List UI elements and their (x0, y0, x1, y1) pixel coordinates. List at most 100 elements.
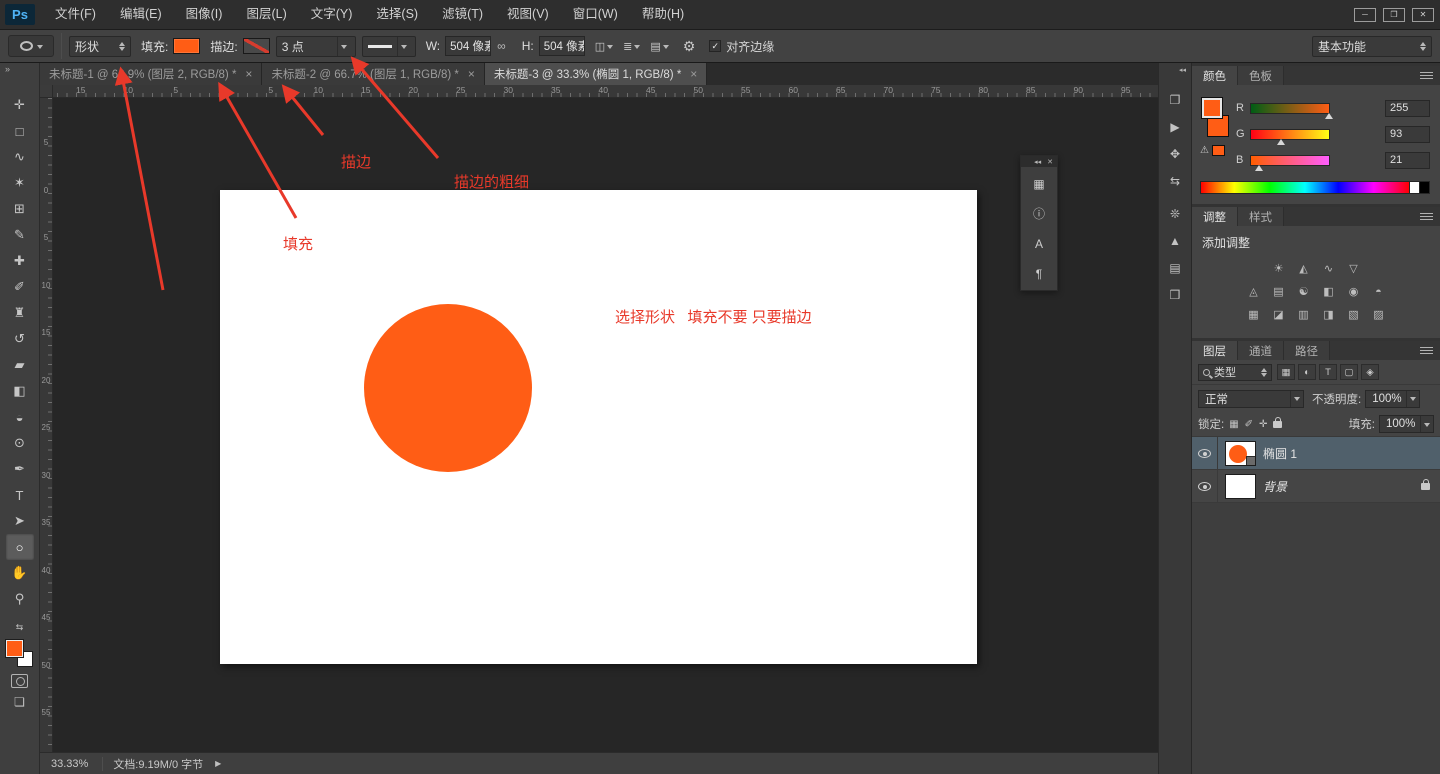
red-slider[interactable] (1250, 103, 1330, 114)
minimize-button[interactable]: ─ (1354, 8, 1376, 22)
fill-opacity-input[interactable]: 100% (1379, 415, 1434, 433)
color-balance-icon[interactable]: ☯ (1294, 284, 1313, 299)
brightness-contrast-icon[interactable]: ☀ (1269, 261, 1288, 276)
fill-color-swatch[interactable] (173, 38, 200, 54)
expand-panels-icon[interactable]: ◂◂ (1034, 158, 1041, 166)
crop-tool[interactable]: ⊞ (6, 196, 34, 222)
menu-item[interactable]: 窗口(W) (561, 0, 630, 29)
dock-actions-panel-icon[interactable]: ▶ (1163, 115, 1188, 138)
screen-mode-button[interactable]: ❏ (14, 695, 25, 709)
horizontal-ruler[interactable]: 1510505101520253035404550556065707580859… (53, 85, 1158, 98)
tab-channels[interactable]: 通道 (1238, 341, 1284, 360)
history-brush-tool[interactable]: ↺ (6, 326, 34, 352)
link-dimensions-icon[interactable]: ∞ (497, 39, 506, 53)
tab-close-icon[interactable]: × (245, 67, 252, 81)
document-canvas[interactable] (220, 190, 977, 664)
close-button[interactable]: ✕ (1412, 8, 1434, 22)
toolbar-collapse-icon[interactable]: » (0, 63, 10, 76)
layer-visibility-toggle[interactable] (1192, 470, 1218, 502)
vibrance-icon[interactable]: ◬ (1244, 284, 1263, 299)
shape-width-input[interactable]: 504 像素 (445, 36, 491, 56)
brush-tool[interactable]: ✐ (6, 274, 34, 300)
green-slider[interactable] (1250, 129, 1330, 140)
path-operations-icon[interactable]: ◫ (595, 40, 613, 53)
menu-item[interactable]: 选择(S) (364, 0, 430, 29)
green-value-input[interactable]: 93 (1385, 126, 1430, 143)
path-selection-tool[interactable]: ➤ (6, 508, 34, 534)
tab-swatches[interactable]: 色板 (1238, 66, 1284, 85)
stroke-color-swatch[interactable] (243, 38, 270, 54)
layer-visibility-toggle[interactable] (1192, 437, 1218, 469)
black-swatch[interactable] (1420, 181, 1430, 194)
dock-history-panel-icon[interactable]: ❐ (1163, 88, 1188, 111)
menu-item[interactable]: 帮助(H) (630, 0, 696, 29)
filter-pixel-layers-icon[interactable]: ▦ (1277, 364, 1295, 380)
info-panel-icon[interactable]: ⓘ (1026, 202, 1052, 225)
filter-type-layers-icon[interactable]: T (1319, 364, 1337, 380)
selective-color-icon[interactable]: ▨ (1369, 307, 1388, 322)
marquee-tool[interactable]: □ (6, 118, 34, 144)
ellipse-tool[interactable]: ○ (6, 534, 34, 560)
foreground-color-swatch[interactable] (6, 640, 23, 657)
path-arrange-icon[interactable]: ▤ (650, 40, 668, 53)
color-spectrum-bar[interactable] (1200, 181, 1410, 194)
gamut-warning-icon[interactable]: ⚠ (1200, 145, 1209, 156)
move-tool[interactable]: ✛ (6, 92, 34, 118)
dock-layer-comps-panel-icon[interactable]: ❒ (1163, 283, 1188, 306)
document-tab-2[interactable]: 未标题-2 @ 66.7% (图层 1, RGB/8) * × (262, 63, 484, 85)
stroke-width-input[interactable]: 3 点 (276, 36, 356, 57)
slider-handle[interactable] (1277, 139, 1285, 145)
filter-smart-object-icon[interactable]: ◈ (1361, 364, 1379, 380)
layer-thumbnail[interactable] (1225, 441, 1256, 466)
posterize-icon[interactable]: ▥ (1294, 307, 1313, 322)
foreground-color-well[interactable] (1201, 97, 1223, 119)
swap-colors-icon[interactable]: ⇆ (16, 622, 24, 633)
path-alignment-icon[interactable]: ≣ (623, 40, 640, 53)
close-icon[interactable]: ✕ (1047, 158, 1053, 166)
dock-brush-panel-icon[interactable]: ❊ (1163, 202, 1188, 225)
layer-filter-type-select[interactable]: 类型 (1198, 364, 1272, 381)
document-tab-3[interactable]: 未标题-3 @ 33.3% (椭圆 1, RGB/8) * × (485, 63, 707, 85)
invert-icon[interactable]: ◪ (1269, 307, 1288, 322)
blue-value-input[interactable]: 21 (1385, 152, 1430, 169)
zoom-tool[interactable]: ⚲ (6, 586, 34, 612)
gradient-map-icon[interactable]: ▧ (1344, 307, 1363, 322)
menu-item[interactable]: 滤镜(T) (430, 0, 495, 29)
tab-layers[interactable]: 图层 (1192, 341, 1238, 360)
ruler-corner[interactable] (40, 85, 53, 98)
layer-row-ellipse[interactable]: 椭圆 1 (1192, 437, 1440, 470)
threshold-icon[interactable]: ◨ (1319, 307, 1338, 322)
layer-name[interactable]: 背景 (1263, 478, 1287, 495)
gamut-swatch[interactable] (1212, 145, 1225, 156)
character-panel-icon[interactable]: A (1026, 232, 1052, 255)
blue-slider[interactable] (1250, 155, 1330, 166)
tool-mode-select[interactable]: 形状 (69, 36, 131, 57)
menu-item[interactable]: 视图(V) (495, 0, 561, 29)
white-swatch[interactable] (1410, 181, 1420, 194)
filter-shape-layers-icon[interactable]: ▢ (1340, 364, 1358, 380)
filter-adjustment-layers-icon[interactable]: ◐ (1298, 364, 1316, 380)
exposure-icon[interactable]: ▽ (1344, 261, 1363, 276)
tab-close-icon[interactable]: × (468, 67, 475, 81)
tab-paths[interactable]: 路径 (1284, 341, 1330, 360)
stroke-style-select[interactable] (362, 36, 416, 57)
zoom-level[interactable]: 33.33% (51, 758, 88, 770)
eraser-tool[interactable]: ▰ (6, 352, 34, 378)
slider-handle[interactable] (1255, 165, 1263, 171)
tab-close-icon[interactable]: × (690, 67, 697, 81)
blur-tool[interactable]: ◒ (6, 404, 34, 430)
orange-ellipse-shape[interactable] (364, 304, 532, 472)
slider-handle[interactable] (1325, 113, 1333, 119)
type-tool[interactable]: T (6, 482, 34, 508)
layer-row-background[interactable]: 背景 (1192, 470, 1440, 503)
menu-item[interactable]: 编辑(E) (108, 0, 174, 29)
red-value-input[interactable]: 255 (1385, 100, 1430, 117)
menu-item[interactable]: 文件(F) (43, 0, 108, 29)
hue-saturation-icon[interactable]: ▤ (1269, 284, 1288, 299)
panel-menu-icon[interactable] (1420, 213, 1433, 220)
pen-tool[interactable]: ✒ (6, 456, 34, 482)
expand-dock-icon[interactable]: ◂◂ (1179, 66, 1191, 78)
layer-name[interactable]: 椭圆 1 (1263, 445, 1297, 462)
curves-icon[interactable]: ∿ (1319, 261, 1338, 276)
shape-height-input[interactable]: 504 像素 (539, 36, 585, 56)
